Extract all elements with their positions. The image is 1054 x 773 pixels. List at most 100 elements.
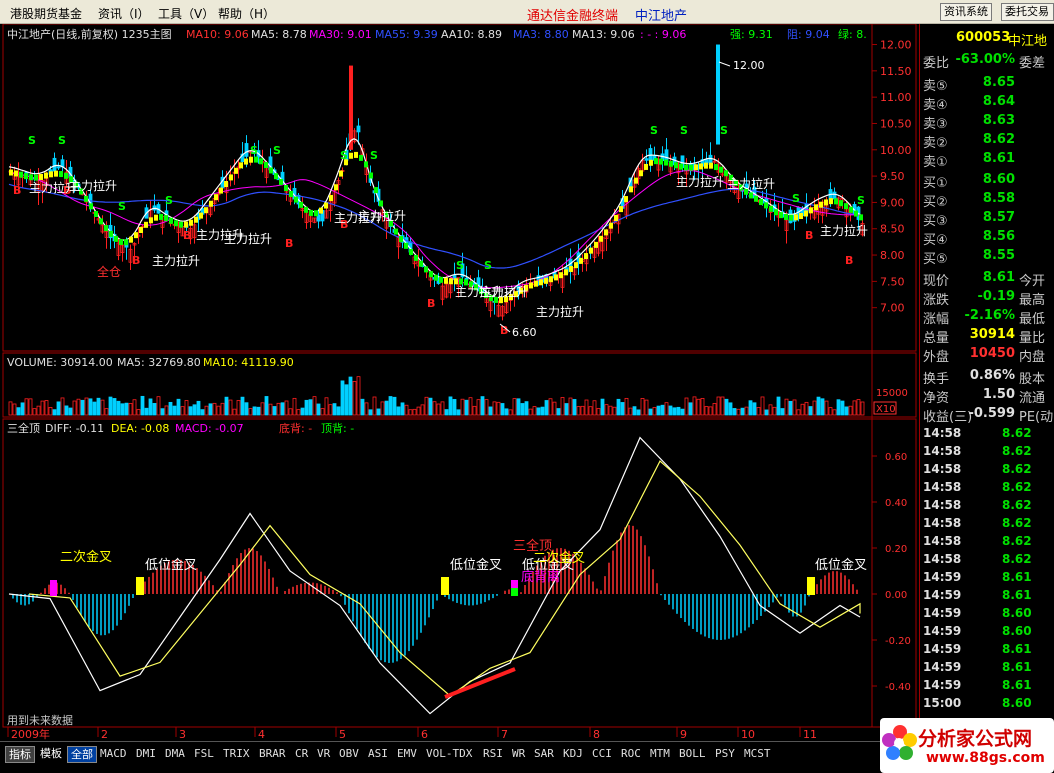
- stat-extra: 今开: [1019, 274, 1046, 289]
- stat-row: 收益(三) -0.599 PE(动: [920, 406, 1054, 425]
- stat-value: -0.19: [977, 289, 1015, 304]
- signal-bar: [511, 580, 518, 588]
- trade-button[interactable]: 委托交易: [1001, 3, 1054, 21]
- stat-label: 收益(三): [923, 410, 973, 425]
- stock-code: 600053: [956, 30, 1011, 45]
- indicator-tab-dmi[interactable]: DMI: [136, 747, 156, 760]
- chart-area[interactable]: 12.00 11.50 11.00 10.50 10.00 9.50 9.00 8.50 8.0…: [0, 24, 919, 740]
- svg-text:B: B: [13, 184, 21, 197]
- sell-row[interactable]: 卖② 8.62: [920, 132, 1054, 151]
- indicator-tab-vr[interactable]: VR: [317, 747, 330, 760]
- menu-help[interactable]: 帮助（H）: [218, 5, 275, 22]
- stat-extra: 最高: [1019, 293, 1046, 308]
- buy-row[interactable]: 买⑤ 8.55: [920, 248, 1054, 267]
- buy-row[interactable]: 买② 8.58: [920, 191, 1054, 210]
- indicator-tab-cr[interactable]: CR: [295, 747, 308, 760]
- indicator-tab-rsi[interactable]: RSI: [483, 747, 503, 760]
- tick-price: 8.61: [1002, 588, 1032, 602]
- menu-hk-futures[interactable]: 港股期货基金: [10, 5, 82, 22]
- ma5-legend: MA5: 8.78: [251, 28, 307, 41]
- tick-row: 14:58 8.62: [920, 534, 1054, 553]
- wei-bi-label: 委比: [923, 56, 950, 71]
- price-tick-label: 11.50: [880, 65, 912, 78]
- buy-row[interactable]: 买③ 8.57: [920, 210, 1054, 229]
- tab-all[interactable]: 全部: [67, 746, 97, 763]
- tick-time: 14:58: [923, 498, 962, 512]
- tick-time: 14:58: [923, 552, 962, 566]
- x-axis: 2009年 2 3 4 5 6 7 8 9 10 11: [7, 727, 817, 740]
- tick-row: 14:58 8.62: [920, 552, 1054, 571]
- indicator-tab-fsl[interactable]: FSL: [194, 747, 214, 760]
- indicator-tab-roc[interactable]: ROC: [621, 747, 641, 760]
- wei-bi-row: 委比 -63.00% 委差: [920, 52, 1054, 71]
- tab-indicators[interactable]: 指标: [5, 746, 35, 763]
- indicator-tab-cci[interactable]: CCI: [592, 747, 612, 760]
- stat-row: 现价 8.61 今开: [920, 270, 1054, 289]
- stat-value: -0.599: [968, 406, 1015, 421]
- indicator-tab-vol-tdx[interactable]: VOL-TDX: [426, 747, 472, 760]
- sell-row[interactable]: 卖④ 8.64: [920, 94, 1054, 113]
- low-label: 6.60: [512, 326, 537, 339]
- indicator-tab-wr[interactable]: WR: [512, 747, 525, 760]
- logo-url: www.88gs.com: [926, 750, 1045, 766]
- indicator-tab-boll[interactable]: BOLL: [679, 747, 706, 760]
- svg-text:S: S: [680, 124, 688, 137]
- month-label: 10: [741, 728, 755, 740]
- tick-row: 14:58 8.62: [920, 462, 1054, 481]
- svg-text:S: S: [165, 194, 173, 207]
- stat-row: 净资 1.50 流通: [920, 387, 1054, 406]
- svg-text:S: S: [857, 194, 865, 207]
- zhu-li-label: 主力拉升: [820, 223, 868, 238]
- sell-row[interactable]: 卖③ 8.63: [920, 113, 1054, 132]
- indicator-tab-brar[interactable]: BRAR: [259, 747, 286, 760]
- menu-info[interactable]: 资讯（I）: [98, 5, 150, 22]
- indicator-tab-macd[interactable]: MACD: [100, 747, 127, 760]
- indicator-tab-sar[interactable]: SAR: [534, 747, 554, 760]
- buy-row[interactable]: 买④ 8.56: [920, 229, 1054, 248]
- zhu-li-label: 主力拉升: [676, 174, 724, 189]
- price-tick-label: 11.00: [880, 91, 912, 104]
- indicator-tab-kdj[interactable]: KDJ: [563, 747, 583, 760]
- tick-time: 14:58: [923, 534, 962, 548]
- tick-time: 14:59: [923, 660, 962, 674]
- high-pointer: [718, 61, 731, 67]
- stat-extra: 内盘: [1019, 350, 1046, 365]
- buy-label: 买②: [923, 195, 948, 210]
- info-system-button[interactable]: 资讯系统: [940, 3, 992, 21]
- ma3-legend: MA3: 8.80: [513, 28, 569, 41]
- zu-legend: 阻: 9.04: [787, 28, 830, 41]
- stat-extra: 股本: [1019, 372, 1046, 387]
- sell-row[interactable]: 卖⑤ 8.65: [920, 75, 1054, 94]
- indicator-tab-mcst[interactable]: MCST: [744, 747, 771, 760]
- indicator-tab-asi[interactable]: ASI: [368, 747, 388, 760]
- tick-time: 14:59: [923, 642, 962, 656]
- sell-label: 卖③: [923, 117, 948, 132]
- sell-row[interactable]: 卖① 8.61: [920, 151, 1054, 170]
- indicator-tab-trix[interactable]: TRIX: [223, 747, 250, 760]
- wei-bi-value: -63.00%: [955, 52, 1015, 67]
- ding-bei-legend: 顶背: -: [321, 421, 354, 435]
- tab-templates[interactable]: 模板: [37, 746, 65, 763]
- x10-label[interactable]: X10: [876, 404, 896, 415]
- stat-label: 涨跌: [923, 293, 950, 308]
- menu-tools[interactable]: 工具（V）: [158, 5, 214, 22]
- indicator-tab-mtm[interactable]: MTM: [650, 747, 670, 760]
- buy-price: 8.55: [982, 248, 1015, 263]
- indicator-tab-emv[interactable]: EMV: [397, 747, 417, 760]
- indicator-tab-psy[interactable]: PSY: [715, 747, 735, 760]
- stat-value: 30914: [969, 327, 1015, 342]
- zhu-li-label: 主力拉升: [69, 178, 117, 193]
- stat-extra: 最低: [1019, 312, 1046, 327]
- svg-text:S: S: [484, 259, 492, 272]
- svg-text:B: B: [183, 229, 191, 242]
- app-title: 通达信金融终端: [527, 9, 619, 24]
- lu-legend: 绿: 8.: [838, 27, 867, 41]
- stock-header: 600053 中江地: [920, 30, 1054, 49]
- indicator-tab-dma[interactable]: DMA: [165, 747, 185, 760]
- buy-row[interactable]: 买① 8.60: [920, 172, 1054, 191]
- indicator-tab-obv[interactable]: OBV: [339, 747, 359, 760]
- month-label: 8: [593, 728, 600, 740]
- tick-price: 8.61: [1002, 570, 1032, 584]
- di-wei-label: 低位金叉: [815, 557, 867, 573]
- svg-text:S: S: [650, 124, 658, 137]
